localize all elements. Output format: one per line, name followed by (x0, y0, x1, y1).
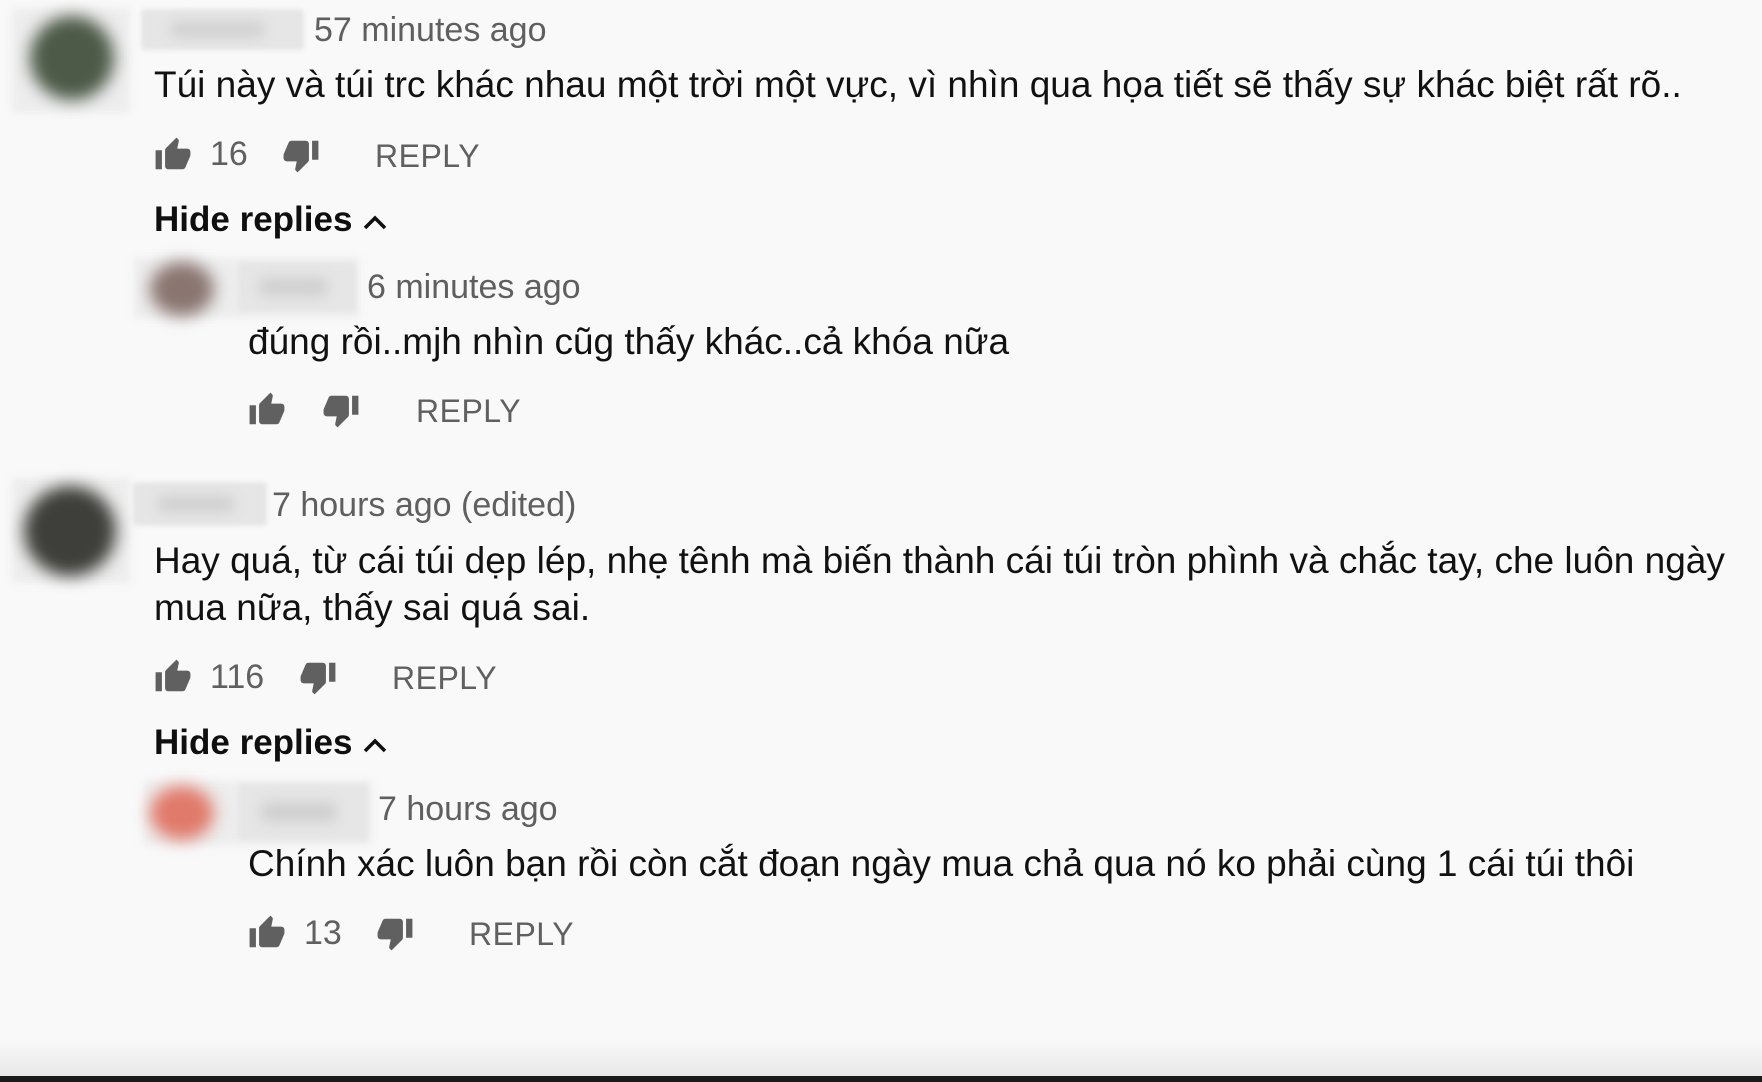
avatar[interactable] (150, 262, 214, 316)
thumbs-up-icon[interactable] (154, 136, 192, 174)
like-count: 116 (210, 658, 265, 696)
thumbs-up-icon[interactable] (248, 914, 286, 952)
thumbs-down-icon[interactable] (376, 914, 414, 952)
comment-timestamp[interactable]: 57 minutes ago (314, 10, 547, 50)
comment-text-line-2: mua nữa, thấy sai quá sai. (154, 587, 591, 628)
comment-timestamp[interactable]: 7 hours ago (edited) (272, 485, 576, 525)
hide-replies-label: Hide replies (154, 723, 353, 762)
author-name[interactable] (141, 9, 304, 50)
reply-button[interactable]: REPLY (469, 914, 574, 954)
comment-text-line-1: Hay quá, từ cái túi dẹp lép, nhẹ tênh mà… (154, 540, 1725, 581)
avatar[interactable] (150, 786, 214, 840)
reply-text: đúng rồi..mjh nhìn cũg thấy khác..cả khó… (248, 321, 1010, 362)
comment-text: Túi này và túi trc khác nhau một trời mộ… (154, 64, 1682, 105)
reply-button[interactable]: REPLY (375, 136, 480, 176)
chevron-up-icon (364, 738, 387, 752)
thumbs-up-icon[interactable] (248, 391, 286, 429)
thumbs-down-icon[interactable] (299, 658, 337, 696)
avatar[interactable] (30, 16, 114, 100)
chevron-up-icon (364, 215, 387, 229)
hide-replies-button[interactable]: Hide replies (154, 723, 388, 763)
author-name[interactable] (238, 262, 356, 312)
author-name[interactable] (133, 482, 267, 526)
author-name[interactable] (238, 784, 368, 840)
thumbs-up-icon[interactable] (154, 658, 192, 696)
hide-replies-button[interactable]: Hide replies (154, 200, 388, 240)
reply-text: Chính xác luôn bạn rồi còn cắt đoạn ngày… (248, 843, 1635, 884)
reply-timestamp[interactable]: 7 hours ago (378, 789, 558, 829)
like-count: 16 (210, 135, 248, 173)
reply-button[interactable]: REPLY (392, 658, 497, 698)
avatar[interactable] (24, 486, 116, 576)
reply-timestamp[interactable]: 6 minutes ago (367, 267, 581, 307)
window-bottom-edge (0, 1076, 1762, 1082)
page-bottom-shadow (0, 1040, 1762, 1076)
thumbs-down-icon[interactable] (282, 136, 320, 174)
like-count: 13 (304, 914, 342, 952)
reply-button[interactable]: REPLY (416, 391, 521, 431)
hide-replies-label: Hide replies (154, 200, 353, 239)
thumbs-down-icon[interactable] (322, 391, 360, 429)
